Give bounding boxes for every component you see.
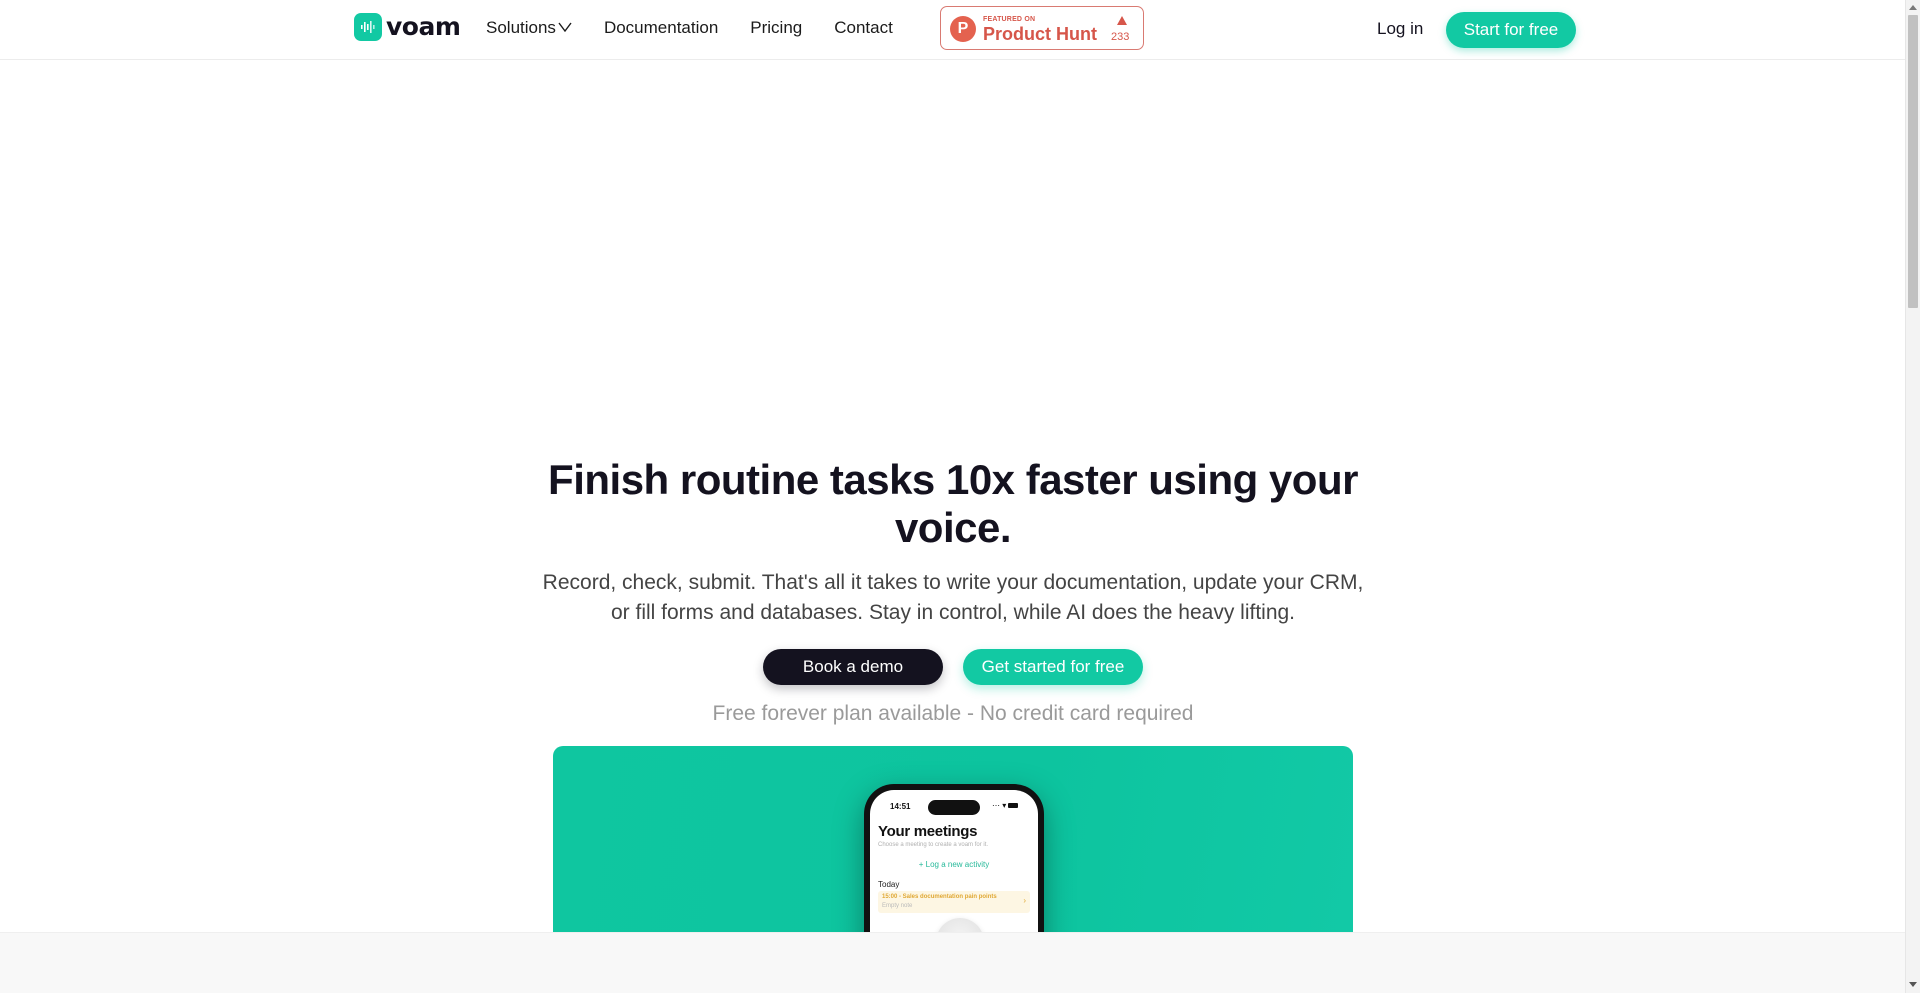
bottom-bar xyxy=(0,932,1905,993)
upvote-count: 233 xyxy=(1111,31,1130,43)
product-hunt-logo-icon: P xyxy=(950,16,976,42)
meeting-title: 15:00 - Sales documentation pain points xyxy=(882,894,997,900)
main-nav: Solutions Documentation Pricing Contact xyxy=(486,17,893,39)
hero-title: Finish routine tasks 10x faster using yo… xyxy=(548,456,1358,551)
login-link[interactable]: Log in xyxy=(1377,18,1423,40)
meeting-subtitle: Empty note xyxy=(882,903,913,909)
scrollbar-thumb[interactable] xyxy=(1908,15,1918,308)
scroll-down-arrow-icon[interactable] xyxy=(1909,982,1917,987)
wifi-battery-icon: ⋯ ▾ xyxy=(992,801,1019,810)
product-showcase: 14:51 ⋯ ▾ Your meetings Choose a meeting… xyxy=(553,746,1353,936)
product-hunt-label: Product Hunt xyxy=(983,24,1097,44)
nav-contact[interactable]: Contact xyxy=(834,17,893,39)
battery-icon xyxy=(1008,803,1019,809)
page-scrollbar[interactable] xyxy=(1905,0,1920,993)
product-hunt-badge[interactable]: P FEATURED ON Product Hunt 233 xyxy=(940,6,1144,50)
nav-solutions-label: Solutions xyxy=(486,18,556,37)
book-demo-button[interactable]: Book a demo xyxy=(763,649,943,685)
log-activity-label: Log a new activity xyxy=(925,860,990,869)
product-hunt-featured-label: FEATURED ON xyxy=(983,16,1036,23)
scroll-up-arrow-icon[interactable] xyxy=(1909,5,1917,10)
chevron-down-icon xyxy=(558,22,572,32)
chevron-right-icon: › xyxy=(1023,896,1026,905)
phone-section-today: Today xyxy=(878,880,900,889)
voice-wave-logo-icon xyxy=(354,13,382,41)
dynamic-island xyxy=(928,800,980,815)
plus-icon: + xyxy=(918,860,926,869)
nav-solutions[interactable]: Solutions xyxy=(486,17,572,39)
phone-status-time: 14:51 xyxy=(890,802,911,811)
get-started-free-button[interactable]: Get started for free xyxy=(963,649,1143,685)
nav-documentation[interactable]: Documentation xyxy=(604,17,718,39)
phone-screen: 14:51 ⋯ ▾ Your meetings Choose a meeting… xyxy=(870,790,1038,936)
site-header: voam Solutions Documentation Pricing Con… xyxy=(0,0,1905,60)
upvote-arrow-icon xyxy=(1117,16,1127,25)
hero-subtitle: Record, check, submit. That's all it tak… xyxy=(542,571,1364,624)
meeting-item: 15:00 - Sales documentation pain points … xyxy=(878,891,1030,913)
nav-pricing[interactable]: Pricing xyxy=(750,17,802,39)
free-plan-note: Free forever plan available - No credit … xyxy=(712,702,1194,725)
logo-link[interactable]: voam xyxy=(354,12,461,41)
phone-mockup: 14:51 ⋯ ▾ Your meetings Choose a meeting… xyxy=(864,784,1044,936)
phone-description: Choose a meeting to create a voam for it… xyxy=(878,842,989,848)
start-for-free-button[interactable]: Start for free xyxy=(1446,12,1576,48)
phone-title: Your meetings xyxy=(878,823,978,840)
log-activity-link: + Log a new activity xyxy=(870,860,1038,869)
logo-text: voam xyxy=(386,12,461,41)
